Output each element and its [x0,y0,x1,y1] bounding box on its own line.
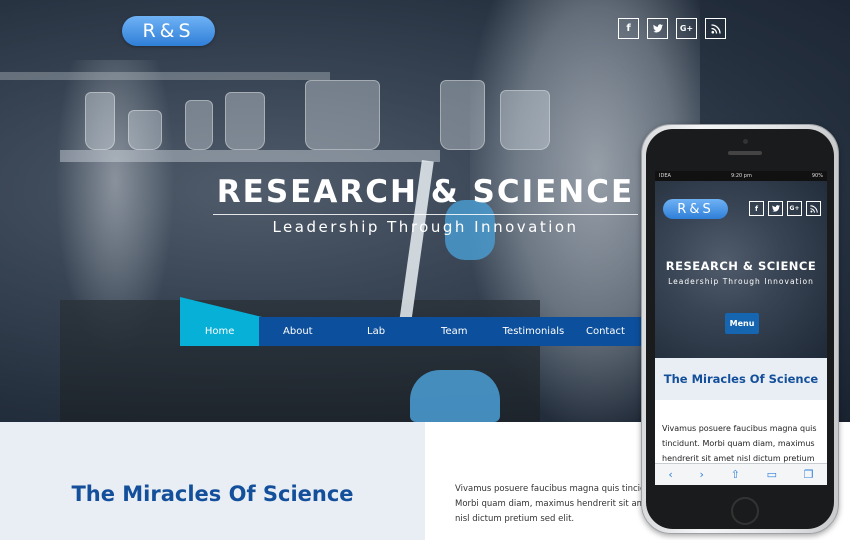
mobile-section-heading: The Miracles Of Science [655,358,827,400]
twitter-icon[interactable] [647,18,668,39]
mobile-browser-toolbar: ‹ › ⇧ ▭ ❐ [655,463,827,485]
hero-subtitle: Leadership Through Innovation [272,218,579,236]
facebook-icon[interactable]: f [749,201,764,216]
main-nav: Home About Lab Team Testimonials Contact [180,317,642,346]
back-icon[interactable]: ‹ [668,468,672,481]
nav-item-contact[interactable]: Contact [574,317,642,346]
lab-beaker [305,80,380,150]
mobile-hero-subtitle: Leadership Through Innovation [668,277,814,286]
glove-lower [410,370,500,422]
nav-item-testimonials[interactable]: Testimonials [493,317,574,346]
section-heading-panel: The Miracles Of Science [0,422,425,540]
mobile-section-body: Vivamus posuere faucibus magna quis tinc… [662,424,817,463]
phone-home-button [731,497,759,525]
bookmarks-icon[interactable]: ▭ [767,468,777,481]
status-battery: 90% [811,173,823,179]
status-time: 9:20 pm [730,173,752,179]
googleplus-icon[interactable]: G+ [787,201,802,216]
nav-item-about[interactable]: About [259,317,336,346]
social-links: f G+ [618,18,726,39]
phone-screen: IDEA 9:20 pm 90% R&S f G+ RESEARCH & SCI… [655,171,827,485]
phone-mockup: IDEA 9:20 pm 90% R&S f G+ RESEARCH & SCI… [641,124,839,534]
facebook-icon[interactable]: f [618,18,639,39]
tabs-icon[interactable]: ❐ [804,468,814,481]
lab-bottle [185,100,213,150]
phone-speaker [728,151,762,155]
lab-bottle [128,110,162,150]
phone-camera [743,139,748,144]
mobile-social-links: f G+ [749,201,821,216]
section-heading: The Miracles Of Science [71,482,354,506]
nav-item-lab[interactable]: Lab [336,317,415,346]
rss-icon[interactable] [806,201,821,216]
mobile-menu-button[interactable]: Menu [725,313,759,334]
section-body-text: Vivamus posuere faucibus magna quis tinc… [455,484,663,524]
hero-title: RESEARCH & SCIENCE [213,174,638,215]
lab-bottle [85,92,115,150]
nav-item-home[interactable]: Home [180,317,260,346]
mobile-hero-title: RESEARCH & SCIENCE [665,259,817,273]
mobile-hero: R&S f G+ RESEARCH & SCIENCE Leadership T… [655,181,827,358]
rss-icon[interactable] [705,18,726,39]
phone-status-bar: IDEA 9:20 pm 90% [655,171,827,181]
googleplus-icon[interactable]: G+ [676,18,697,39]
status-carrier: IDEA [659,173,671,179]
site-logo[interactable]: R&S [122,16,215,46]
share-icon[interactable]: ⇧ [731,468,740,481]
nav-item-team[interactable]: Team [416,317,493,346]
twitter-icon[interactable] [768,201,783,216]
mobile-logo[interactable]: R&S [663,199,728,219]
forward-icon[interactable]: › [700,468,704,481]
lab-bottle [225,92,265,150]
